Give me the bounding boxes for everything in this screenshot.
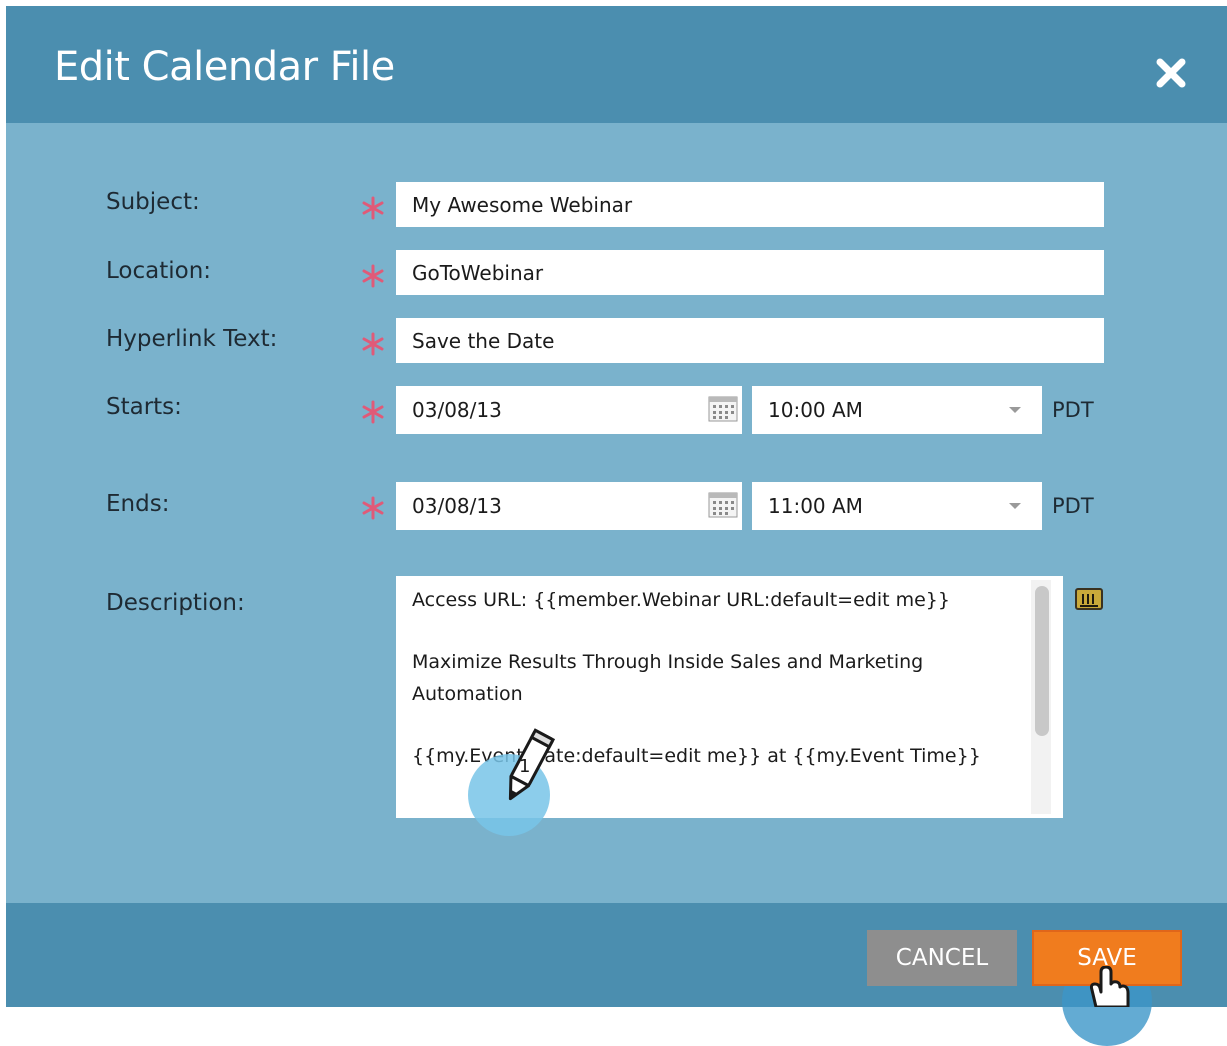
scrollbar-thumb[interactable]	[1035, 586, 1049, 736]
dialog-title: Edit Calendar File	[54, 44, 395, 90]
starts-label: Starts:	[106, 394, 182, 420]
end-time-value: 11:00 AM	[768, 494, 863, 518]
start-time-select[interactable]: 10:00 AM	[752, 386, 1042, 434]
start-time-value: 10:00 AM	[768, 398, 863, 422]
chevron-down-icon	[1009, 407, 1021, 413]
subject-label: Subject:	[106, 189, 200, 215]
description-line: Maximize Results Through Inside Sales an…	[412, 651, 924, 705]
chevron-down-icon	[1009, 503, 1021, 509]
start-date-value: 03/08/13	[412, 398, 502, 422]
ends-label: Ends:	[106, 491, 170, 517]
end-time-select[interactable]: 11:00 AM	[752, 482, 1042, 530]
required-star-icon	[362, 264, 384, 288]
cancel-button[interactable]: CANCEL	[867, 930, 1017, 986]
required-star-icon	[362, 400, 384, 424]
edit-calendar-file-dialog: Edit Calendar File Subject: My Awesome W…	[6, 6, 1227, 1046]
calendar-icon[interactable]	[708, 492, 738, 518]
hyperlink-text-label: Hyperlink Text:	[106, 326, 278, 352]
calendar-icon[interactable]	[708, 396, 738, 422]
description-label: Description:	[106, 590, 245, 616]
step-number: 1	[519, 756, 531, 777]
location-input[interactable]: GoToWebinar	[396, 250, 1104, 295]
end-timezone: PDT	[1052, 494, 1094, 518]
location-label: Location:	[106, 258, 212, 284]
description-line: Access URL: {{member.Webinar URL:default…	[412, 589, 950, 611]
subject-input[interactable]: My Awesome Webinar	[396, 182, 1104, 227]
end-date-input[interactable]: 03/08/13	[396, 482, 742, 530]
required-star-icon	[362, 496, 384, 520]
rich-text-editor-icon[interactable]	[1074, 586, 1104, 612]
end-date-value: 03/08/13	[412, 494, 502, 518]
hyperlink-text-input[interactable]: Save the Date	[396, 318, 1104, 363]
dialog-header: Edit Calendar File	[6, 6, 1227, 123]
hand-cursor-icon	[1089, 966, 1130, 1007]
start-date-input[interactable]: 03/08/13	[396, 386, 742, 434]
required-star-icon	[362, 196, 384, 220]
close-icon[interactable]	[1146, 48, 1196, 98]
start-timezone: PDT	[1052, 398, 1094, 422]
required-star-icon	[362, 332, 384, 356]
